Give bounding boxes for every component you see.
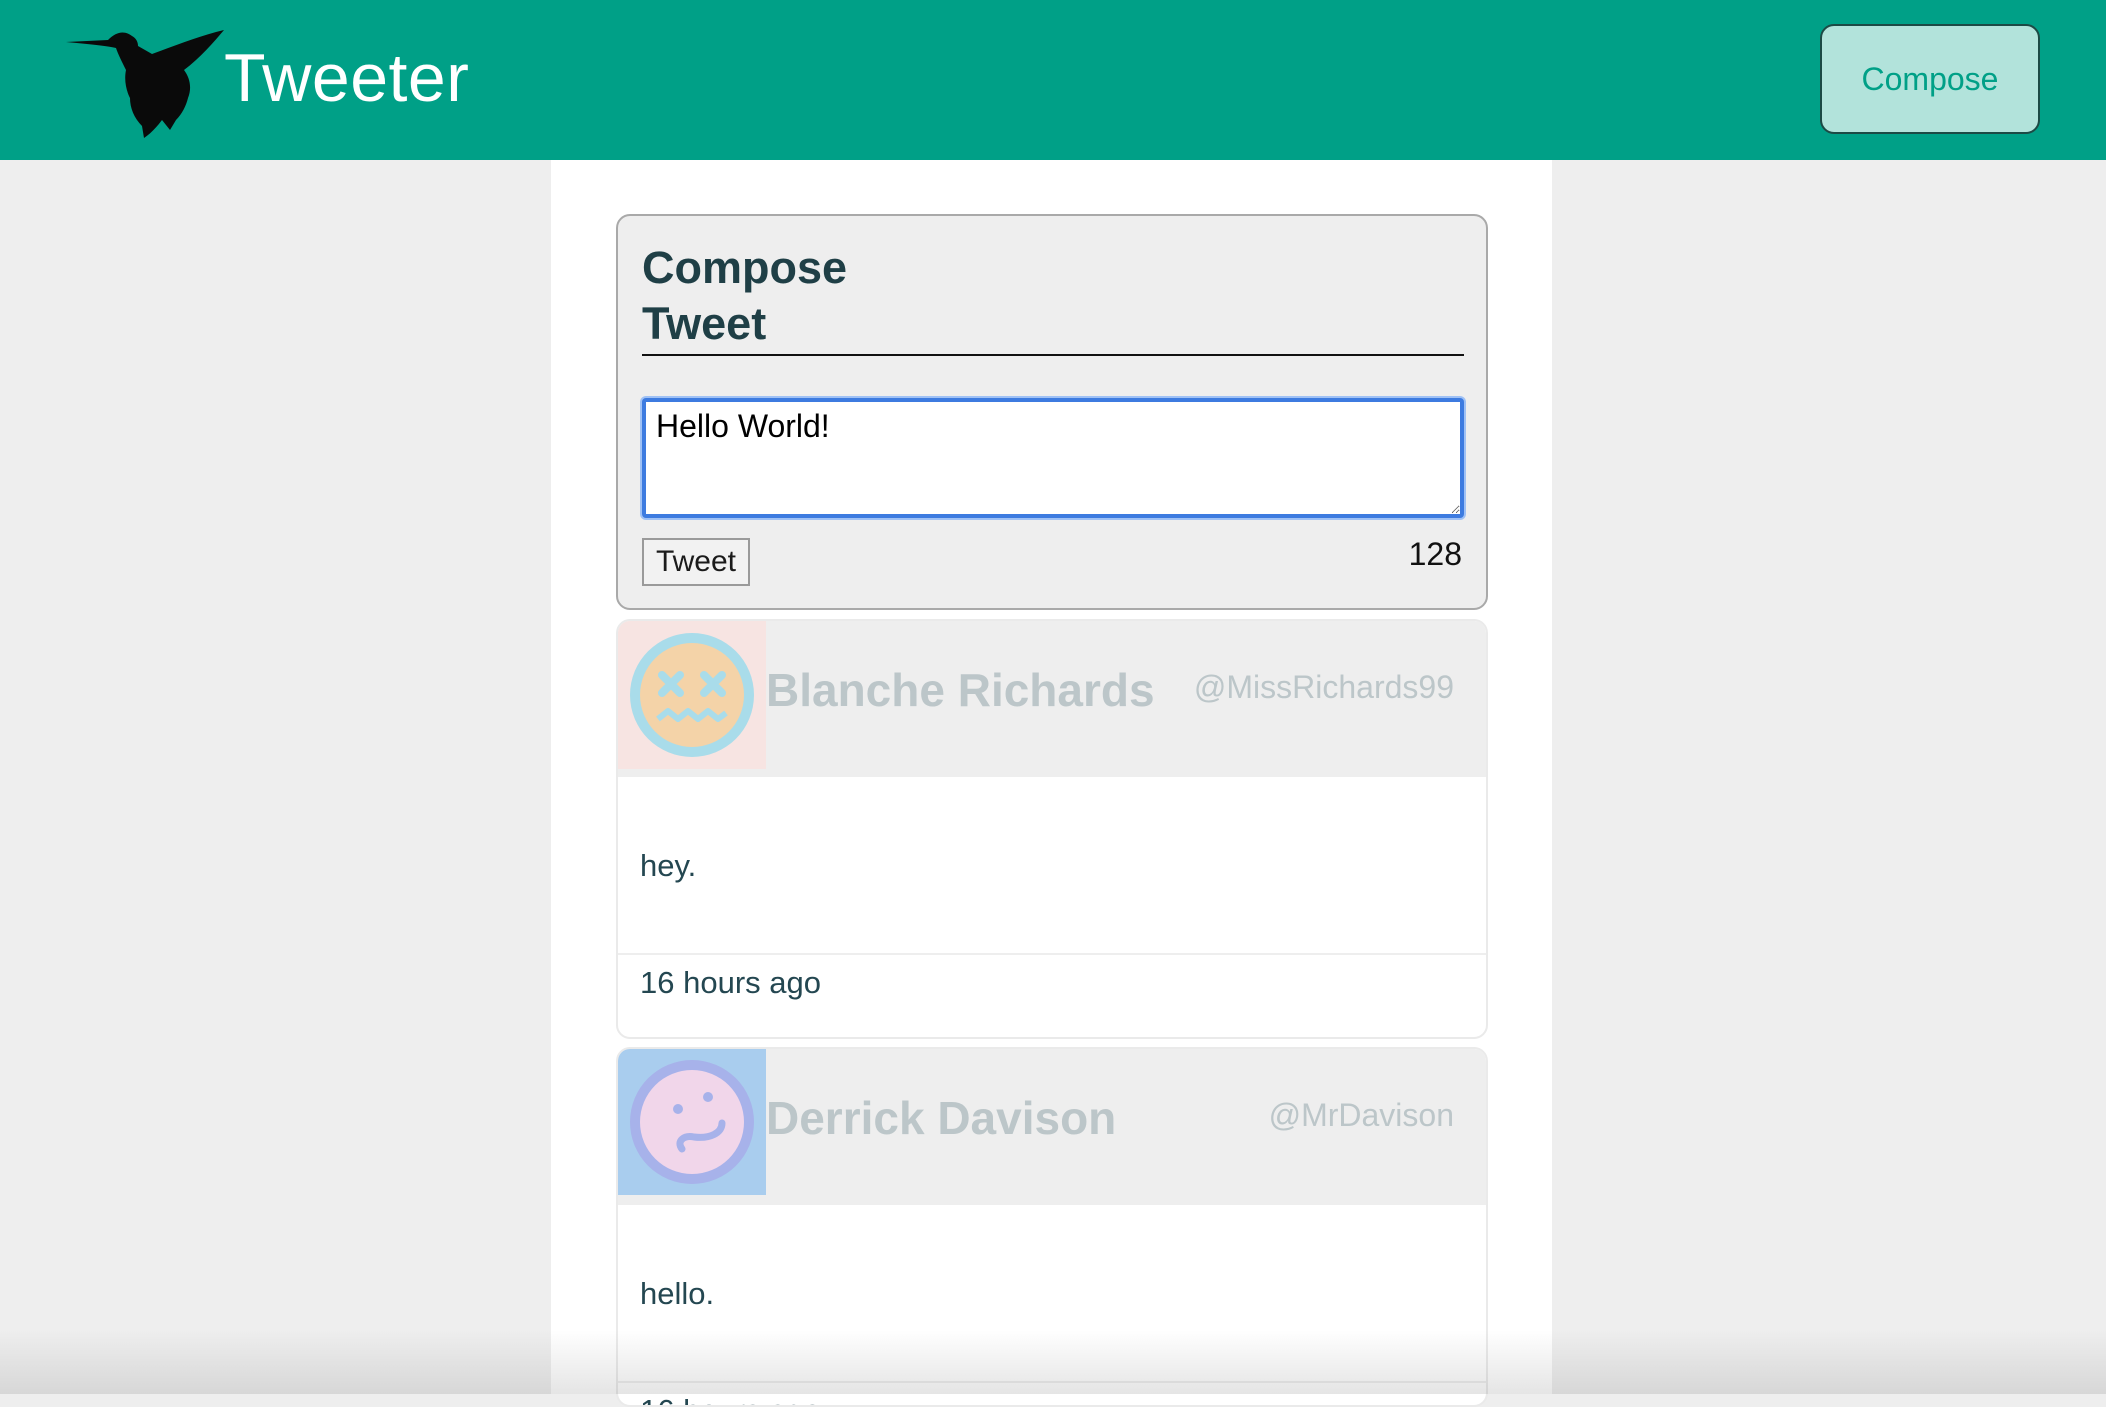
author-handle: @MrDavison [1268, 1097, 1454, 1133]
tweet-timestamp: 16 hours ago [640, 965, 821, 1000]
char-counter: 128 [1408, 536, 1462, 572]
tweet-divider [618, 953, 1486, 955]
compose-heading-line2: Tweet [642, 298, 767, 349]
author-handle: @MissRichards99 [1193, 669, 1454, 705]
author-name: Derrick Davison [766, 1092, 1117, 1144]
confused-face-icon [618, 1049, 766, 1195]
top-nav: Tweeter Compose [0, 0, 2106, 160]
compose-button[interactable]: Compose [1820, 24, 2040, 134]
tweet-card: Derrick Davison @MrDavison hello. 16 hou… [616, 1047, 1488, 1407]
main-content: Compose Tweet Hello World! Tweet 128 Bla… [551, 160, 1552, 1407]
tweet-timestamp: 16 hours ago [640, 1393, 821, 1405]
dizzy-face-icon [618, 621, 766, 769]
tweet-text: hello. [640, 1276, 715, 1311]
hummingbird-icon [66, 30, 224, 138]
tweet-header: Derrick Davison @MrDavison [618, 1049, 1486, 1205]
tweet-header: Blanche Richards @MissRichards99 [618, 621, 1486, 777]
tweet-submit-button[interactable]: Tweet [642, 538, 750, 586]
brand: Tweeter [64, 18, 469, 138]
tweet-text: hey. [640, 848, 697, 883]
author-name: Blanche Richards [766, 664, 1155, 716]
compose-tweet-panel: Compose Tweet Hello World! Tweet 128 [616, 214, 1488, 610]
compose-heading: Compose Tweet [642, 240, 1464, 356]
tweet-input[interactable]: Hello World! [642, 398, 1464, 518]
tweet-divider [618, 1381, 1486, 1383]
tweet-card: Blanche Richards @MissRichards99 hey. 16… [616, 619, 1488, 1039]
compose-heading-line1: Compose [642, 242, 848, 293]
app-title: Tweeter [224, 40, 470, 116]
